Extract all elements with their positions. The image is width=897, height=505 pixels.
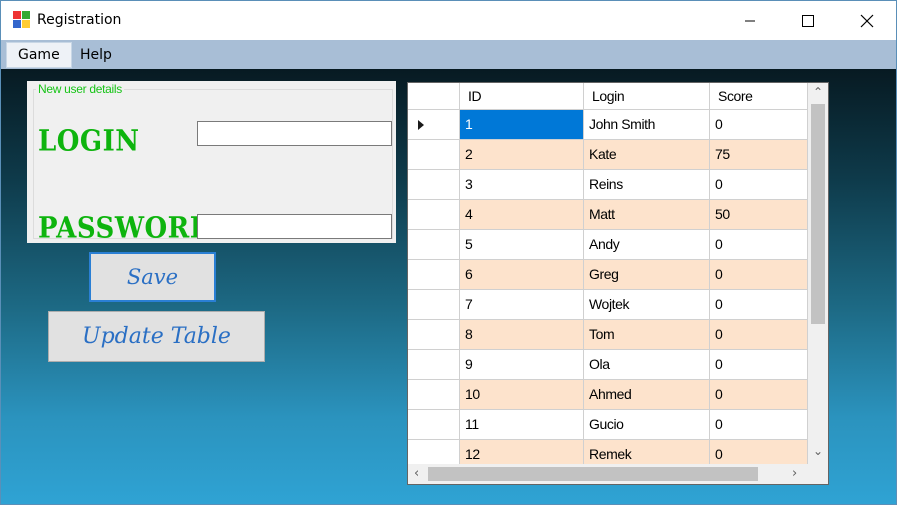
maximize-button[interactable]	[779, 1, 837, 40]
cell-id[interactable]: 6	[460, 260, 584, 290]
cell-login[interactable]: Matt	[584, 200, 710, 230]
cell-id[interactable]: 1	[460, 110, 584, 140]
registration-window: Registration Game Help New user details …	[0, 0, 897, 505]
header-corner[interactable]	[408, 83, 460, 110]
cell-id[interactable]: 9	[460, 350, 584, 380]
cell-score[interactable]: 0	[710, 290, 808, 320]
update-table-button[interactable]: Update Table	[48, 311, 265, 362]
scrollbar-corner	[808, 464, 828, 484]
menu-bar: Game Help	[1, 40, 896, 69]
cell-id[interactable]: 8	[460, 320, 584, 350]
minimize-icon	[745, 20, 755, 21]
cell-id[interactable]: 4	[460, 200, 584, 230]
login-input[interactable]	[197, 121, 392, 146]
groupbox-title: New user details	[36, 82, 124, 96]
cell-login[interactable]: Kate	[584, 140, 710, 170]
cell-id[interactable]: 7	[460, 290, 584, 320]
minimize-button[interactable]	[721, 1, 779, 40]
vertical-scroll-thumb[interactable]	[811, 104, 825, 324]
cell-login[interactable]: Andy	[584, 230, 710, 260]
cell-login[interactable]: Tom	[584, 320, 710, 350]
cell-id[interactable]: 10	[460, 380, 584, 410]
row-header[interactable]	[408, 410, 460, 440]
app-icon	[13, 11, 30, 28]
cell-login[interactable]: Wojtek	[584, 290, 710, 320]
row-header[interactable]	[408, 320, 460, 350]
row-header[interactable]	[408, 350, 460, 380]
title-bar[interactable]: Registration	[1, 1, 896, 40]
menu-game[interactable]: Game	[6, 42, 72, 68]
cell-login[interactable]: Ola	[584, 350, 710, 380]
cell-score[interactable]: 0	[710, 320, 808, 350]
row-header[interactable]	[408, 200, 460, 230]
scroll-left-icon[interactable]: ‹	[414, 466, 419, 481]
datagrid-body: ID Login Score 1 John Smith 0 2 Kate 75 3 Reins…	[408, 83, 808, 470]
cell-score[interactable]: 0	[710, 110, 808, 140]
cell-score[interactable]: 0	[710, 170, 808, 200]
cell-id[interactable]: 5	[460, 230, 584, 260]
cell-login[interactable]: Reins	[584, 170, 710, 200]
row-header[interactable]	[408, 110, 460, 140]
users-datagrid[interactable]: ID Login Score 1 John Smith 0 2 Kate 75 3 Reins…	[407, 82, 829, 485]
row-header[interactable]	[408, 380, 460, 410]
scroll-down-icon[interactable]: ⌄	[813, 444, 823, 458]
scroll-right-icon[interactable]: ›	[792, 466, 797, 481]
column-header-score[interactable]: Score	[710, 83, 808, 110]
horizontal-scroll-thumb[interactable]	[428, 467, 758, 481]
vertical-scrollbar[interactable]: ⌃ ⌄	[808, 83, 828, 464]
column-header-login[interactable]: Login	[584, 83, 710, 110]
window-title: Registration	[37, 12, 122, 28]
password-label: PASSWORD	[38, 212, 213, 245]
cell-login[interactable]: Gucio	[584, 410, 710, 440]
menu-help[interactable]: Help	[69, 42, 123, 68]
save-button[interactable]: Save	[89, 252, 216, 302]
login-label: LOGIN	[38, 125, 140, 158]
close-icon	[860, 14, 874, 27]
scroll-up-icon[interactable]: ⌃	[813, 85, 823, 99]
cell-id[interactable]: 11	[460, 410, 584, 440]
datagrid-header: ID Login Score	[408, 83, 808, 110]
cell-login[interactable]: Ahmed	[584, 380, 710, 410]
column-header-id[interactable]: ID	[460, 83, 584, 110]
new-user-groupbox: New user details LOGIN PASSWORD	[27, 81, 396, 245]
password-input[interactable]	[197, 214, 392, 239]
cell-id[interactable]: 2	[460, 140, 584, 170]
cell-score[interactable]: 0	[710, 230, 808, 260]
cell-score[interactable]: 0	[710, 260, 808, 290]
cell-score[interactable]: 75	[710, 140, 808, 170]
cell-score[interactable]: 0	[710, 350, 808, 380]
horizontal-scrollbar[interactable]: ‹ ›	[408, 464, 808, 484]
cell-login[interactable]: John Smith	[584, 110, 710, 140]
row-header[interactable]	[408, 170, 460, 200]
row-header[interactable]	[408, 260, 460, 290]
cell-login[interactable]: Greg	[584, 260, 710, 290]
cell-score[interactable]: 0	[710, 410, 808, 440]
row-header[interactable]	[408, 140, 460, 170]
row-header[interactable]	[408, 230, 460, 260]
row-header[interactable]	[408, 290, 460, 320]
cell-id[interactable]: 3	[460, 170, 584, 200]
close-button[interactable]	[838, 1, 896, 40]
maximize-icon	[802, 14, 814, 27]
cell-score[interactable]: 0	[710, 380, 808, 410]
cell-score[interactable]: 50	[710, 200, 808, 230]
